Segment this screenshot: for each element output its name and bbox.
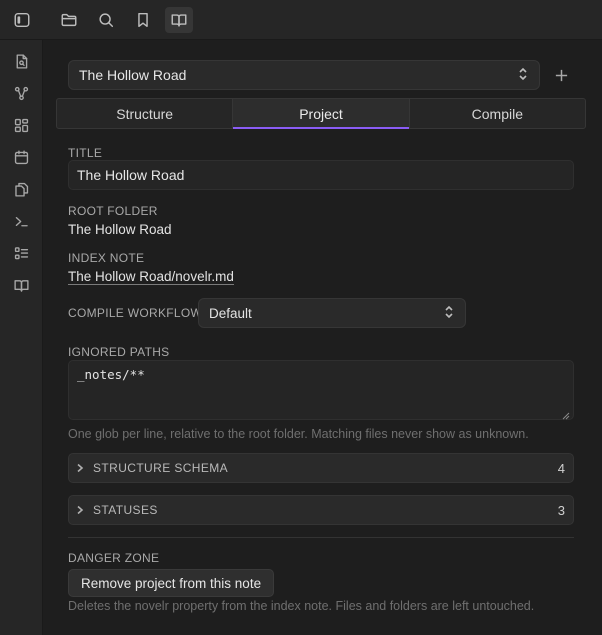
title-input[interactable]: The Hollow Road: [68, 160, 574, 190]
bookmarks-button[interactable]: [129, 7, 157, 33]
section-divider: [68, 537, 574, 538]
terminal-icon: [15, 216, 28, 226]
top-toolbar: [0, 0, 602, 40]
grid-icon: [14, 118, 28, 132]
remove-project-button[interactable]: Remove project from this note: [68, 569, 275, 597]
ribbon-file-search-button[interactable]: [8, 48, 34, 74]
list-checks-icon: [14, 246, 28, 259]
compile-workflow-row: COMPILE WORKFLOW Default: [68, 298, 466, 328]
novel-panel-button[interactable]: [165, 7, 193, 33]
panel-tabs: Structure Project Compile: [56, 98, 586, 129]
ribbon-calendar-button[interactable]: [8, 144, 34, 170]
ignored-paths-textarea[interactable]: _notes/**: [68, 360, 574, 420]
book-open-icon: [171, 14, 187, 27]
plus-icon: [555, 69, 567, 81]
left-ribbon: [0, 40, 43, 635]
danger-zone-hint: Deletes the novelr property from the ind…: [68, 599, 535, 613]
statuses-count: 3: [557, 502, 565, 518]
file-explorer-button[interactable]: [55, 7, 83, 33]
search-button[interactable]: [92, 7, 120, 33]
file-search-icon: [16, 53, 27, 69]
ribbon-copy-button[interactable]: [8, 176, 34, 202]
graph-icon: [14, 86, 28, 100]
calendar-icon: [14, 149, 28, 164]
book-icon: [13, 279, 29, 292]
root-folder-value: The Hollow Road: [68, 222, 172, 237]
ignored-paths-hint: One glob per line, relative to the root …: [68, 427, 529, 441]
danger-zone-label: DANGER ZONE: [68, 551, 160, 565]
project-select-value: The Hollow Road: [79, 67, 187, 83]
ribbon-grid-button[interactable]: [8, 112, 34, 138]
structure-schema-count: 4: [557, 460, 565, 476]
ignored-paths-value: _notes/**: [77, 367, 145, 382]
chevron-right-icon: [75, 503, 85, 518]
statuses-title: STATUSES: [93, 503, 158, 517]
structure-schema-title: STRUCTURE SCHEMA: [93, 461, 229, 475]
copy-icon: [14, 182, 28, 197]
select-chevron-icon: [517, 67, 529, 84]
title-input-value: The Hollow Road: [77, 167, 185, 183]
tab-project[interactable]: Project: [233, 99, 410, 129]
bookmark-icon: [138, 12, 148, 28]
sidebar-toggle-icon: [14, 12, 30, 28]
compile-workflow-value: Default: [209, 305, 252, 321]
novel-project-panel: The Hollow Road Structure Project Compil…: [44, 41, 602, 635]
ignored-paths-label: IGNORED PATHS: [68, 345, 170, 359]
folder-icon: [61, 13, 77, 27]
add-project-button[interactable]: [548, 62, 574, 88]
index-note-label: INDEX NOTE: [68, 251, 145, 265]
ribbon-book-button[interactable]: [8, 272, 34, 298]
ribbon-list-checks-button[interactable]: [8, 240, 34, 266]
sidebar-toggle-button[interactable]: [8, 7, 36, 33]
resize-handle-icon[interactable]: [562, 408, 570, 420]
ribbon-terminal-button[interactable]: [8, 208, 34, 234]
select-chevron-icon: [443, 305, 455, 322]
compile-workflow-select[interactable]: Default: [198, 298, 466, 328]
project-select[interactable]: The Hollow Road: [68, 60, 540, 90]
search-icon: [99, 13, 114, 28]
ribbon-graph-button[interactable]: [8, 80, 34, 106]
compile-workflow-label: COMPILE WORKFLOW: [68, 306, 203, 320]
structure-schema-section[interactable]: STRUCTURE SCHEMA 4: [68, 453, 574, 483]
index-note-link[interactable]: The Hollow Road/novelr.md: [68, 269, 234, 285]
title-label: TITLE: [68, 146, 103, 160]
tab-compile[interactable]: Compile: [410, 99, 585, 128]
root-folder-label: ROOT FOLDER: [68, 204, 158, 218]
statuses-section[interactable]: STATUSES 3: [68, 495, 574, 525]
tab-structure[interactable]: Structure: [57, 99, 234, 128]
chevron-right-icon: [75, 461, 85, 476]
